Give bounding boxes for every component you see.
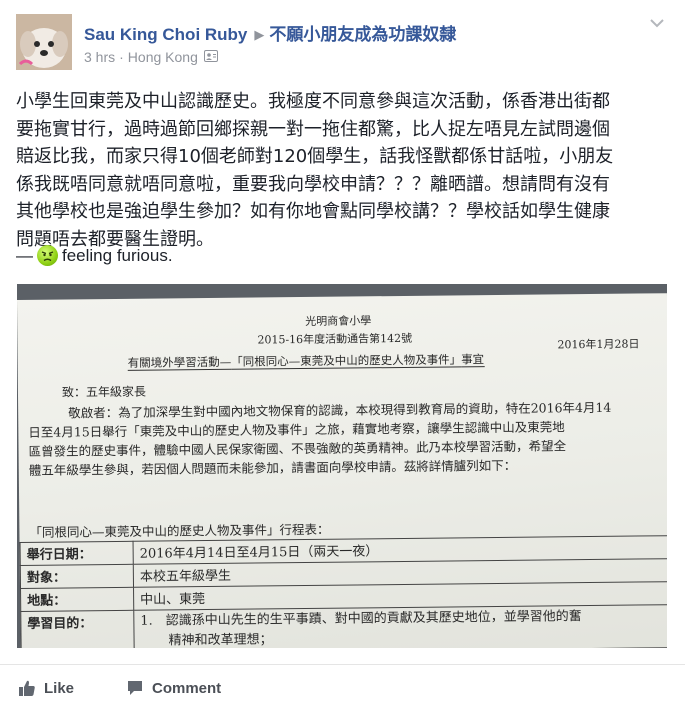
doc-table-title: 「同根同心—東莞及中山的歷史人物及事件」行程表： (29, 521, 330, 540)
thumbs-up-icon (19, 680, 35, 696)
post-body: 小學生回東莞及中山認識歷史。我極度不同意參與這次活動，係香港出街都 要拖實甘行，… (16, 88, 676, 253)
feeling-dash: — (16, 245, 33, 265)
post-body-line: 小學生回東莞及中山認識歷史。我極度不同意參與這次活動，係香港出街都 (16, 91, 610, 112)
post-actions-bar: Like Comment (0, 664, 685, 712)
group-name-link[interactable]: 不願小朋友成為功課奴隸 (269, 25, 456, 44)
triangle-right-icon: ▶ (254, 27, 265, 42)
table-key: 對象： (20, 564, 134, 589)
furious-face-icon (37, 245, 58, 266)
meta-separator: · (119, 49, 124, 65)
post-photo[interactable]: 光明商會小學 2015-16年度活動通告第142號 2016年1月28日 有關境… (17, 284, 667, 648)
post-title-line: Sau King Choi Ruby ▶ 不願小朋友成為功課奴隸 (84, 20, 456, 45)
author-name-link[interactable]: Sau King Choi Ruby (84, 25, 247, 44)
post-meta: 3 hrs · Hong Kong (84, 49, 218, 65)
notice-document: 光明商會小學 2015-16年度活動通告第142號 2016年1月28日 有關境… (17, 293, 667, 648)
table-row: 學習目的： 1. 認識孫中山先生的生平事蹟、對中國的貢獻及其歷史地位，並學習他的… (20, 604, 667, 648)
doc-notice-number: 2015-16年度活動通告第142號 (257, 331, 413, 347)
friends-icon[interactable] (203, 49, 218, 65)
post-header: Sau King Choi Ruby ▶ 不願小朋友成為功課奴隸 3 hrs · H… (0, 0, 685, 78)
doc-heading: 有關境外學習活動—「同根同心—東莞及中山的歷史人物及事件」事宜 (127, 351, 485, 371)
comment-button[interactable]: Comment (126, 679, 221, 697)
like-label: Like (44, 679, 75, 697)
doc-recipient: 致：五年級家長 (61, 384, 147, 400)
table-value: 1. 認識孫中山先生的生平事蹟、對中國的貢獻及其歷史地位，並學習他的奮 精神和改… (133, 604, 667, 648)
table-key: 地點： (20, 587, 134, 612)
feeling-activity: — feeling furious. (16, 245, 173, 266)
doc-paragraph: 敬啟者：為了加深學生對中國內地文物保育的認識，本校現得到教育局的資助，特在201… (28, 397, 667, 480)
table-key: 舉行日期： (20, 541, 134, 566)
comment-bubble-icon (128, 681, 142, 695)
post-options-chevron-icon[interactable] (645, 14, 669, 32)
post-body-line: 要拖實甘行，過時過節回鄉探親一對一拖住都驚，比人捉左唔見左試問邊個 (16, 118, 610, 140)
location-link[interactable]: Hong Kong (128, 49, 198, 65)
doc-itinerary-table: 舉行日期： 2016年4月14日至4月15日（兩天一夜） 對象： 本校五年級學生… (20, 535, 667, 648)
feeling-text: feeling furious. (62, 245, 173, 265)
post-body-line: 賠返比我，而家只得10個老師對120個學生，話我怪獸都係甘話啦，小朋友 (16, 146, 614, 167)
dog-photo-icon (16, 14, 72, 70)
post-body-line: 其他學校也是強迫學生參加？如有你地會點同學校講？？學校話如學生健康 (16, 201, 610, 222)
doc-heading-suffix: 事宜 (461, 352, 485, 368)
doc-school-name: 光明商會小學 (305, 314, 372, 328)
post-body-line: 係我既唔同意就唔同意啦，重要我向學校申請？？？離晒譜。想請問有沒有 (16, 173, 610, 195)
doc-heading-main: 「同根同心—東莞及中山的歷史人物及事件」 (231, 352, 462, 370)
facebook-post: Sau King Choi Ruby ▶ 不願小朋友成為功課奴隸 3 hrs · H… (0, 0, 685, 711)
doc-date: 2016年1月28日 (557, 337, 640, 352)
timestamp-link[interactable]: 3 hrs (84, 49, 115, 65)
avatar[interactable] (16, 14, 72, 70)
table-key: 學習目的： (20, 610, 135, 648)
doc-heading-prefix: 有關境外學習活動— (127, 354, 232, 371)
like-button[interactable]: Like (18, 679, 74, 697)
comment-label: Comment (152, 679, 222, 697)
